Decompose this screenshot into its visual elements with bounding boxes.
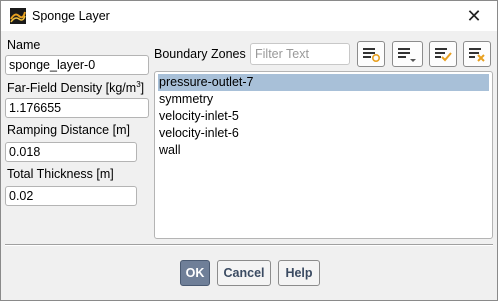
filter-text-input[interactable]: Filter Text	[250, 43, 350, 65]
ok-button[interactable]: OK	[180, 260, 210, 286]
select-all-icon	[363, 48, 381, 63]
density-label: Far-Field Density [kg/m3]	[7, 80, 145, 96]
density-field[interactable]: 1.176655	[5, 98, 149, 118]
app-icon	[10, 8, 26, 24]
ramping-distance-label: Ramping Distance [m]	[7, 123, 130, 137]
cancel-button[interactable]: Cancel	[217, 260, 271, 286]
name-label: Name	[7, 38, 41, 52]
divider	[5, 244, 493, 246]
list-item[interactable]: velocity-inlet-5	[158, 108, 239, 125]
boundary-zones-list[interactable]: pressure-outlet-7 symmetry velocity-inle…	[154, 71, 493, 239]
ramping-distance-field[interactable]: 0.018	[5, 142, 137, 162]
list-item[interactable]: wall	[158, 142, 181, 159]
deselect-all-icon	[469, 48, 485, 62]
list-options-button[interactable]	[392, 41, 423, 67]
close-button[interactable]: ✕	[451, 1, 497, 31]
list-item[interactable]: pressure-outlet-7	[158, 74, 489, 91]
deselect-all-button[interactable]	[463, 41, 491, 67]
list-item[interactable]: velocity-inlet-6	[158, 125, 239, 142]
total-thickness-field[interactable]: 0.02	[5, 186, 137, 206]
list-options-icon	[398, 48, 416, 62]
list-item[interactable]: symmetry	[158, 91, 213, 108]
title-bar: Sponge Layer ✕	[1, 1, 497, 31]
sponge-layer-dialog: Sponge Layer ✕ Name sponge_layer-0 Far-F…	[0, 0, 498, 301]
name-field[interactable]: sponge_layer-0	[5, 55, 149, 75]
help-button[interactable]: Help	[278, 260, 320, 286]
select-checked-button[interactable]	[429, 41, 457, 67]
window-title: Sponge Layer	[32, 9, 110, 23]
select-all-button[interactable]	[357, 41, 385, 67]
total-thickness-label: Total Thickness [m]	[7, 167, 114, 181]
select-checked-icon	[435, 48, 452, 62]
boundary-zones-label: Boundary Zones	[154, 47, 246, 61]
